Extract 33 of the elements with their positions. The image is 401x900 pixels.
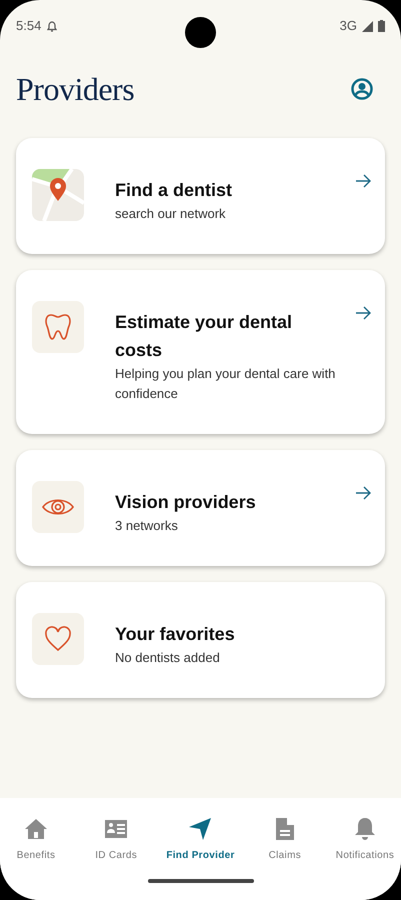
card-title: Vision providers [115,491,257,514]
card-subtitle: Helping you plan your dental care with confidence [115,365,336,403]
card-subtitle: No dentists added [115,649,221,667]
network-type: 3G [340,17,357,36]
page-title: Providers [16,70,134,109]
document-icon [274,817,295,841]
bell-icon [47,20,58,32]
tooth-icon [43,312,73,342]
profile-icon[interactable] [351,78,373,100]
card-title: Estimate your dental costs [115,311,294,362]
nav-tab[interactable]: ID Cards [86,816,146,863]
id-card-icon [104,819,128,839]
card-subtitle: 3 networks [115,517,179,535]
nav-tab[interactable]: Benefits [6,816,66,863]
card-title: Find a dentist [115,179,233,202]
camera-cutout [185,17,216,48]
home-icon [24,817,48,841]
navigation-arrow-icon [188,817,212,841]
nav-tab[interactable]: Notifications [334,816,395,863]
card-title: Your favorites [115,623,236,646]
provider-card[interactable]: Find a dentist search our network [16,138,385,254]
provider-card[interactable]: Your favorites No dentists added [16,582,385,698]
status-time: 5:54 [16,17,42,36]
card-subtitle: search our network [115,205,227,223]
nav-tab[interactable]: Find Provider [166,816,235,863]
map-pin-icon [32,169,84,221]
battery-icon [378,20,385,32]
signal-icon [362,20,373,32]
heart-icon [44,626,72,652]
bell-icon [354,817,376,841]
provider-card[interactable]: Vision providers 3 networks [16,450,385,566]
provider-card[interactable]: Estimate your dental costs Helping you plan your dental care with confidence [16,270,385,434]
nav-tab[interactable]: Claims [254,816,315,863]
